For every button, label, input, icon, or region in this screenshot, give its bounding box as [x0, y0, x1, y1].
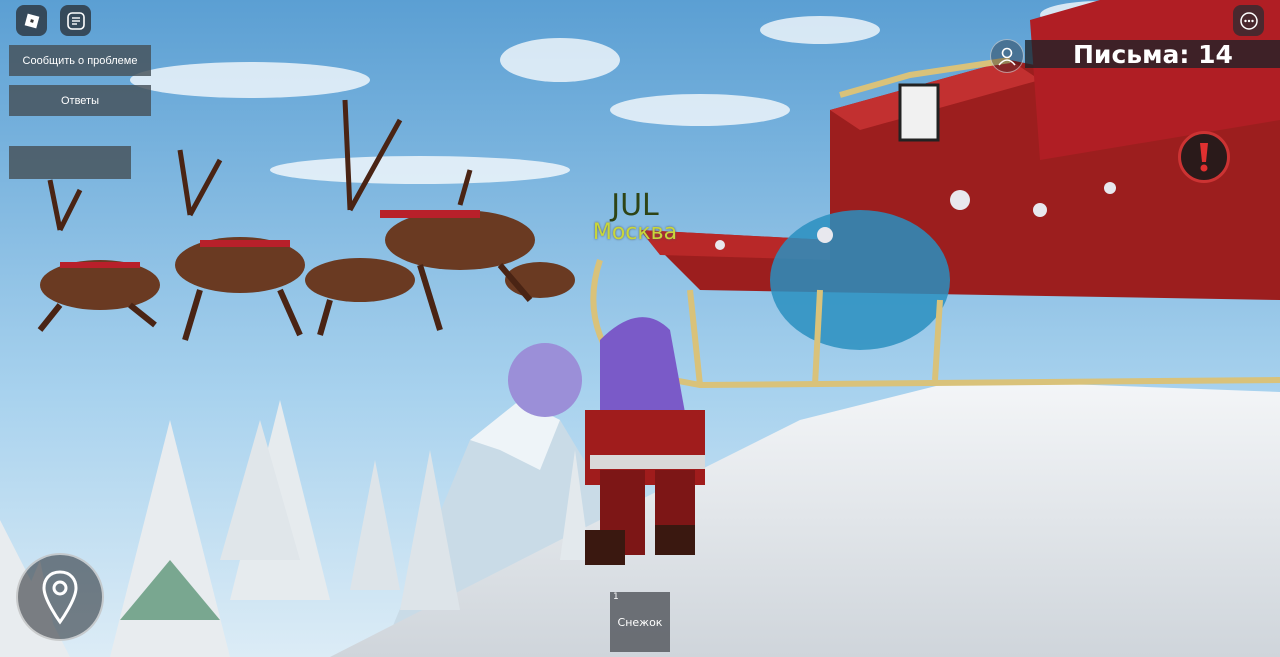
map-pin-icon — [42, 570, 78, 625]
letters-counter: Письма: 14 — [1025, 39, 1280, 69]
map-button[interactable] — [16, 553, 104, 641]
game-scene — [0, 0, 1280, 657]
blank-button[interactable] — [9, 146, 131, 179]
answers-button[interactable]: Ответы — [9, 85, 151, 116]
profile-icon — [998, 47, 1016, 66]
roblox-menu-button[interactable] — [16, 5, 47, 36]
player-nametag: JUL Москва — [580, 190, 690, 244]
exclamation-icon — [1200, 143, 1208, 172]
player-name: JUL — [611, 188, 659, 223]
roblox-logo-icon — [24, 13, 39, 28]
chat-button[interactable] — [60, 5, 91, 36]
more-menu-button[interactable] — [1233, 5, 1264, 36]
hotbar-slot-number: 1 — [613, 592, 619, 602]
letters-label: Письма: 14 — [1073, 39, 1233, 69]
hotbar-slot-snowball[interactable]: 1 Снежок — [610, 592, 670, 652]
profile-button[interactable] — [990, 39, 1024, 73]
alert-button[interactable] — [1178, 131, 1230, 183]
ornament — [508, 343, 582, 417]
player-city: Москва — [592, 220, 678, 245]
more-icon — [1239, 11, 1258, 30]
hotbar-slot-label: Снежок — [617, 616, 663, 629]
chat-icon — [66, 11, 85, 30]
report-problem-button[interactable]: Сообщить о проблеме — [9, 45, 151, 76]
